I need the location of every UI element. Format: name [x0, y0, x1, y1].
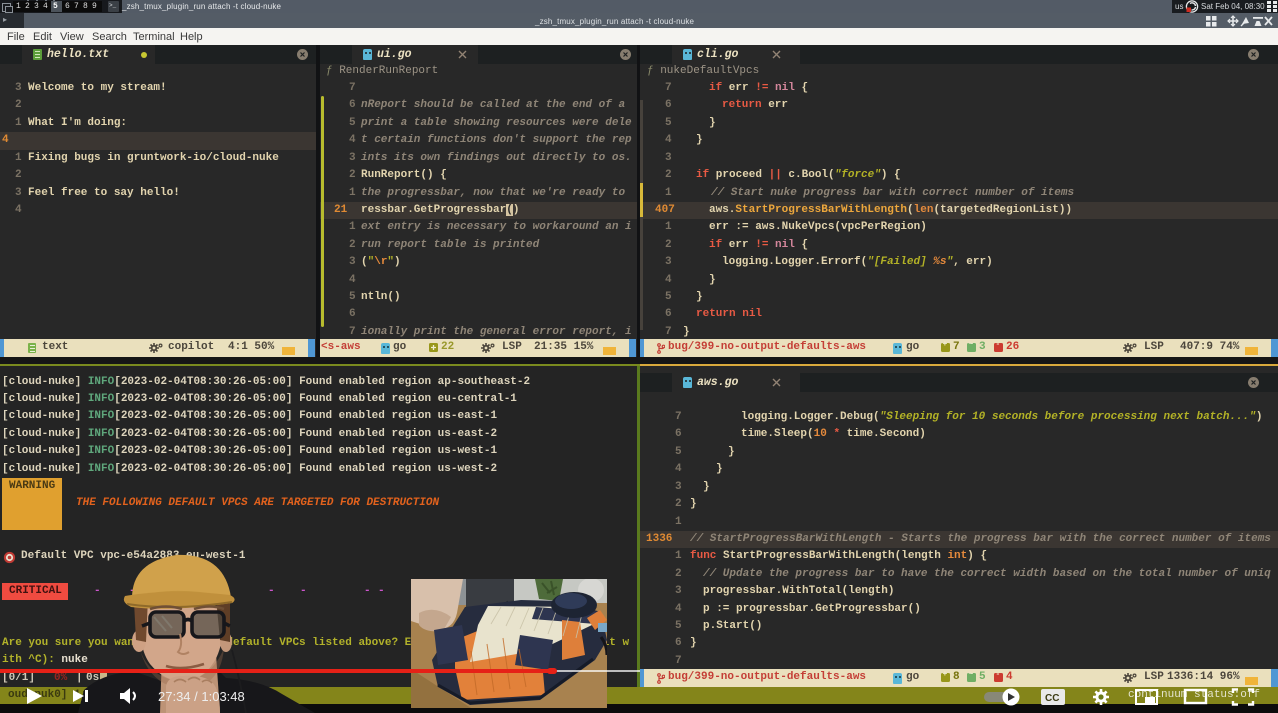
- svg-text:CC: CC: [1045, 693, 1059, 704]
